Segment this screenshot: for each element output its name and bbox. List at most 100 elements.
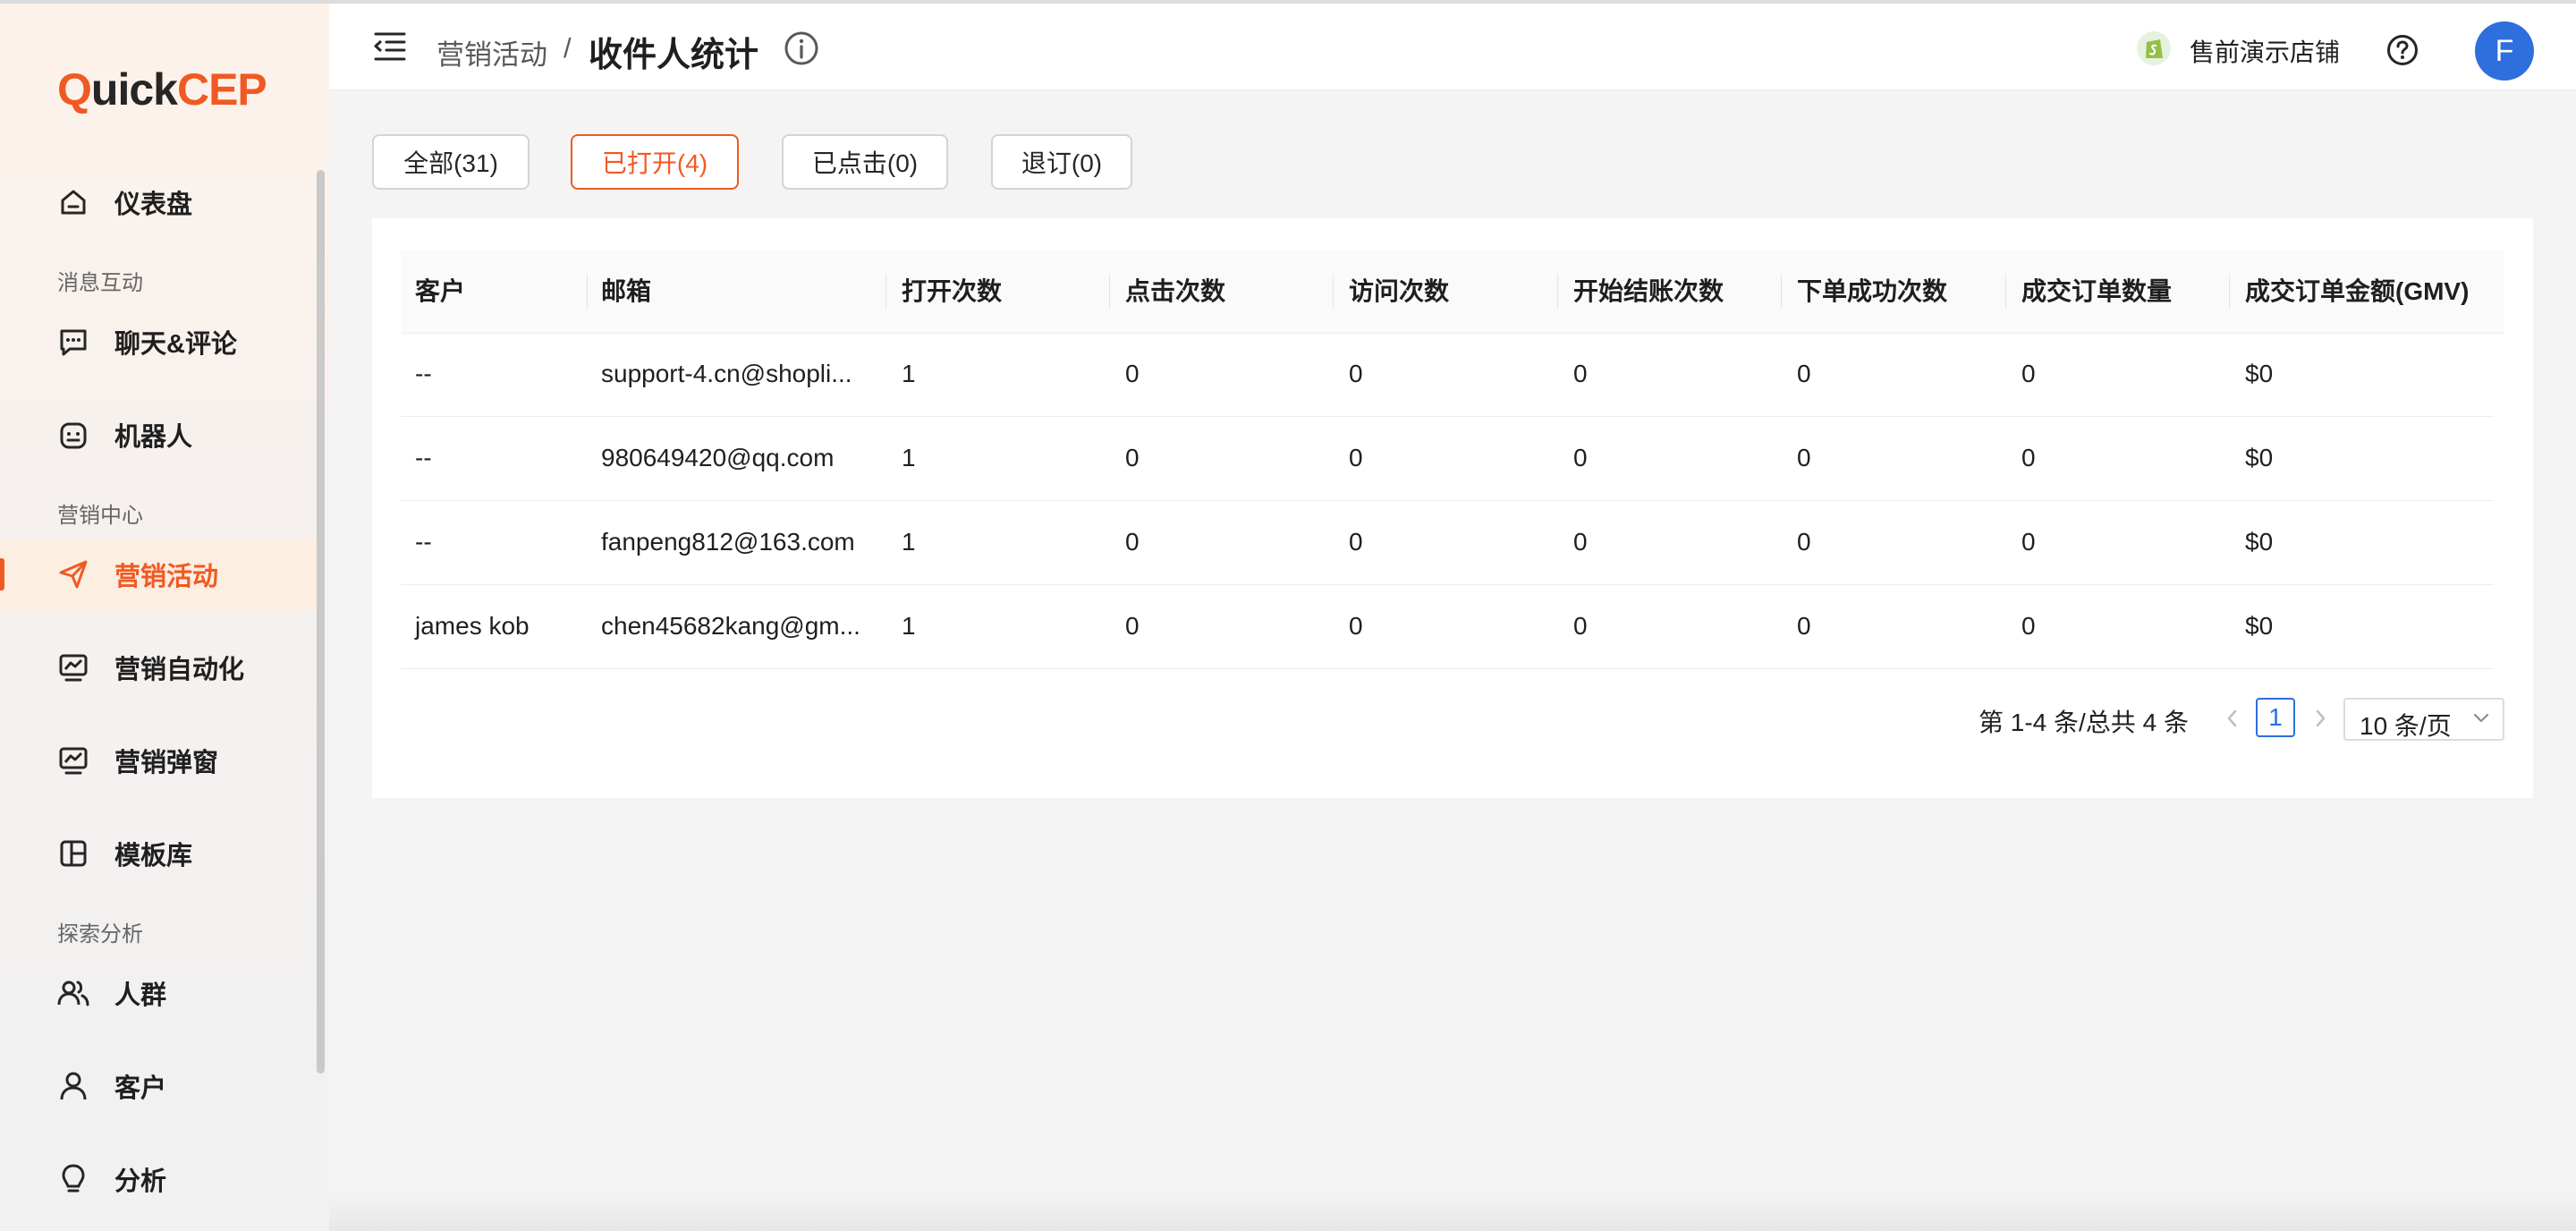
home-icon <box>61 190 86 215</box>
pagination-page-1[interactable]: 1 <box>2256 698 2295 737</box>
column-header-opens: 打开次数 <box>902 277 1003 305</box>
quickcep-logo[interactable]: QuickCEP <box>57 63 267 116</box>
filter-opened[interactable]: 已打开(4) <box>571 134 739 190</box>
cell-orders-placed: 0 <box>1797 612 1811 640</box>
cell-visits: 0 <box>1349 444 1363 471</box>
sidebar-item-label: 仪表盘 <box>114 191 193 219</box>
cell-checkouts: 0 <box>1573 360 1588 387</box>
sidebar-item-chat[interactable]: 聊天&评论 <box>0 306 318 378</box>
column-divider <box>1333 274 1334 310</box>
cell-opens: 1 <box>902 612 916 640</box>
top-header: 营销活动 / 收件人统计 售前演示店铺 F <box>329 4 2576 90</box>
section-label-analysis: 探索分析 <box>57 922 143 947</box>
cell-checkouts: 0 <box>1573 528 1588 556</box>
table-header <box>401 250 2504 334</box>
breadcrumb-parent[interactable]: 营销活动 <box>436 32 547 72</box>
sidebar-item-analytics[interactable]: 分析 <box>0 1143 318 1215</box>
cell-checkouts: 0 <box>1573 612 1588 640</box>
sidebar-item-customers[interactable]: 客户 <box>0 1050 318 1122</box>
bottom-shade <box>329 1186 2576 1231</box>
page-size-value: 10 条/页 <box>2360 712 2452 740</box>
cell-orders-placed: 0 <box>1797 444 1811 471</box>
page-size-select[interactable]: 10 条/页 <box>2343 698 2504 741</box>
avatar[interactable]: F <box>2475 21 2534 81</box>
sidebar-item-label: 人群 <box>114 981 167 1010</box>
cell-email: 980649420@qq.com <box>601 444 835 471</box>
sidebar-item-label: 营销自动化 <box>114 656 245 684</box>
column-header-email: 邮箱 <box>601 277 652 305</box>
column-divider <box>1557 274 1558 310</box>
filter-unsubscribed[interactable]: 退订(0) <box>991 134 1132 190</box>
cell-clicks: 0 <box>1125 528 1140 556</box>
sidebar-scrollbar[interactable] <box>317 170 325 1074</box>
filter-clicked[interactable]: 已点击(0) <box>782 134 948 190</box>
cell-clicks: 0 <box>1125 444 1140 471</box>
sidebar-item-dashboard[interactable]: 仪表盘 <box>0 166 318 238</box>
column-header-checkouts: 开始结账次数 <box>1573 277 1724 305</box>
store-name[interactable]: 售前演示店铺 <box>2190 33 2340 69</box>
breadcrumb-separator: / <box>564 32 572 64</box>
cell-orders-placed: 0 <box>1797 360 1811 387</box>
monitor-chart-icon <box>59 654 88 682</box>
sidebar-item-label: 营销活动 <box>114 563 219 591</box>
help-icon[interactable] <box>2386 34 2419 66</box>
sidebar-item-label: 聊天&评论 <box>114 330 237 359</box>
column-divider <box>1109 274 1110 310</box>
column-header-visits: 访问次数 <box>1349 277 1450 305</box>
cell-customer: -- <box>415 444 432 471</box>
sidebar-item-audiences[interactable]: 人群 <box>0 957 318 1029</box>
column-divider <box>1781 274 1782 310</box>
page-title: 收件人统计 <box>589 37 759 74</box>
bulb-icon <box>62 1164 85 1193</box>
info-icon[interactable] <box>784 30 819 66</box>
template-icon <box>60 840 87 867</box>
cell-clicks: 0 <box>1125 360 1140 387</box>
logo-uick: uick <box>90 64 178 115</box>
cell-opens: 1 <box>902 360 916 387</box>
cell-customer: james kob <box>415 612 530 640</box>
column-header-order-count: 成交订单数量 <box>2021 277 2173 305</box>
sidebar-item-robot[interactable]: 机器人 <box>0 399 318 471</box>
sidebar-item-label: 营销弹窗 <box>114 749 219 777</box>
cell-visits: 0 <box>1349 612 1363 640</box>
cell-visits: 0 <box>1349 528 1363 556</box>
cell-gmv: $0 <box>2245 612 2274 640</box>
cell-clicks: 0 <box>1125 612 1140 640</box>
menu-collapse-icon[interactable] <box>372 30 408 63</box>
section-label-messaging: 消息互动 <box>57 271 143 295</box>
cell-order-count: 0 <box>2021 360 2036 387</box>
robot-icon <box>60 422 87 449</box>
cell-opens: 1 <box>902 444 916 471</box>
cell-customer: -- <box>415 528 432 556</box>
sidebar-item-campaigns[interactable]: 营销活动 <box>0 539 318 610</box>
column-divider <box>2229 274 2230 310</box>
chevron-right-icon[interactable] <box>2309 707 2331 730</box>
cell-opens: 1 <box>902 528 916 556</box>
cell-visits: 0 <box>1349 360 1363 387</box>
sidebar: QuickCEP 仪表盘 消息互动 聊天&评论 机器人 营销中心 营销活动 营销… <box>0 4 329 1231</box>
sidebar-item-label: 客户 <box>114 1074 167 1103</box>
active-indicator <box>0 558 4 590</box>
sidebar-item-templates[interactable]: 模板库 <box>0 818 318 889</box>
sidebar-item-label: 分析 <box>114 1167 167 1196</box>
chat-icon <box>60 329 87 356</box>
sidebar-item-popups[interactable]: 营销弹窗 <box>0 725 318 796</box>
column-header-gmv: 成交订单金额(GMV) <box>2245 277 2470 305</box>
chevron-left-icon[interactable] <box>2222 707 2243 730</box>
sidebar-item-automation[interactable]: 营销自动化 <box>0 632 318 703</box>
cell-customer: -- <box>415 360 432 387</box>
cell-gmv: $0 <box>2245 444 2274 471</box>
monitor-chart-icon <box>59 747 88 775</box>
logo-cep: CEP <box>176 64 267 115</box>
filter-all[interactable]: 全部(31) <box>372 134 530 190</box>
cell-order-count: 0 <box>2021 444 2036 471</box>
column-divider <box>587 274 588 310</box>
cell-gmv: $0 <box>2245 360 2274 387</box>
logo-q: Q <box>57 64 92 115</box>
column-header-clicks: 点击次数 <box>1125 277 1226 305</box>
send-icon <box>59 560 88 589</box>
cell-email: fanpeng812@163.com <box>601 528 855 556</box>
user-icon <box>60 1072 87 1100</box>
sidebar-item-label: 模板库 <box>114 842 193 870</box>
cell-order-count: 0 <box>2021 612 2036 640</box>
